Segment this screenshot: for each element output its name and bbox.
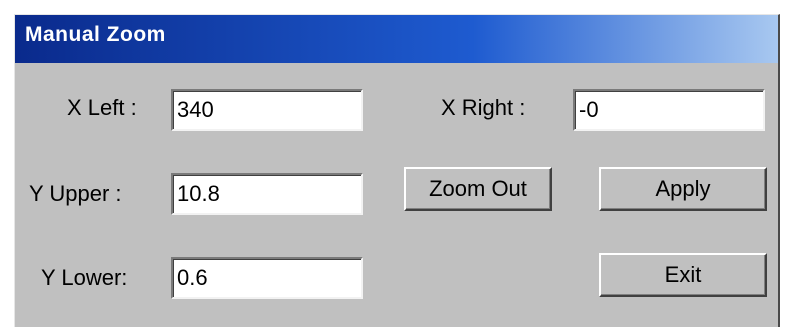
x-right-field-frame <box>573 89 765 131</box>
x-left-field-frame <box>171 89 363 131</box>
window-title: Manual Zoom <box>25 23 166 46</box>
zoom-out-button[interactable]: Zoom Out <box>404 167 552 211</box>
x-left-label: X Left : <box>67 95 137 120</box>
manual-zoom-dialog: Manual Zoom X Left : X Right : Y Upper :… <box>14 14 780 327</box>
title-bar[interactable]: Manual Zoom <box>15 15 778 63</box>
y-lower-field-frame <box>171 257 363 299</box>
apply-button[interactable]: Apply <box>599 167 767 211</box>
y-lower-input[interactable] <box>173 259 361 297</box>
x-right-input[interactable] <box>575 91 763 129</box>
y-upper-label: Y Upper : <box>29 181 122 206</box>
y-lower-label: Y Lower: <box>41 265 128 290</box>
y-upper-field-frame <box>171 173 363 215</box>
x-right-label: X Right : <box>441 95 526 120</box>
exit-button[interactable]: Exit <box>599 253 767 297</box>
y-upper-input[interactable] <box>173 175 361 213</box>
x-left-input[interactable] <box>173 91 361 129</box>
